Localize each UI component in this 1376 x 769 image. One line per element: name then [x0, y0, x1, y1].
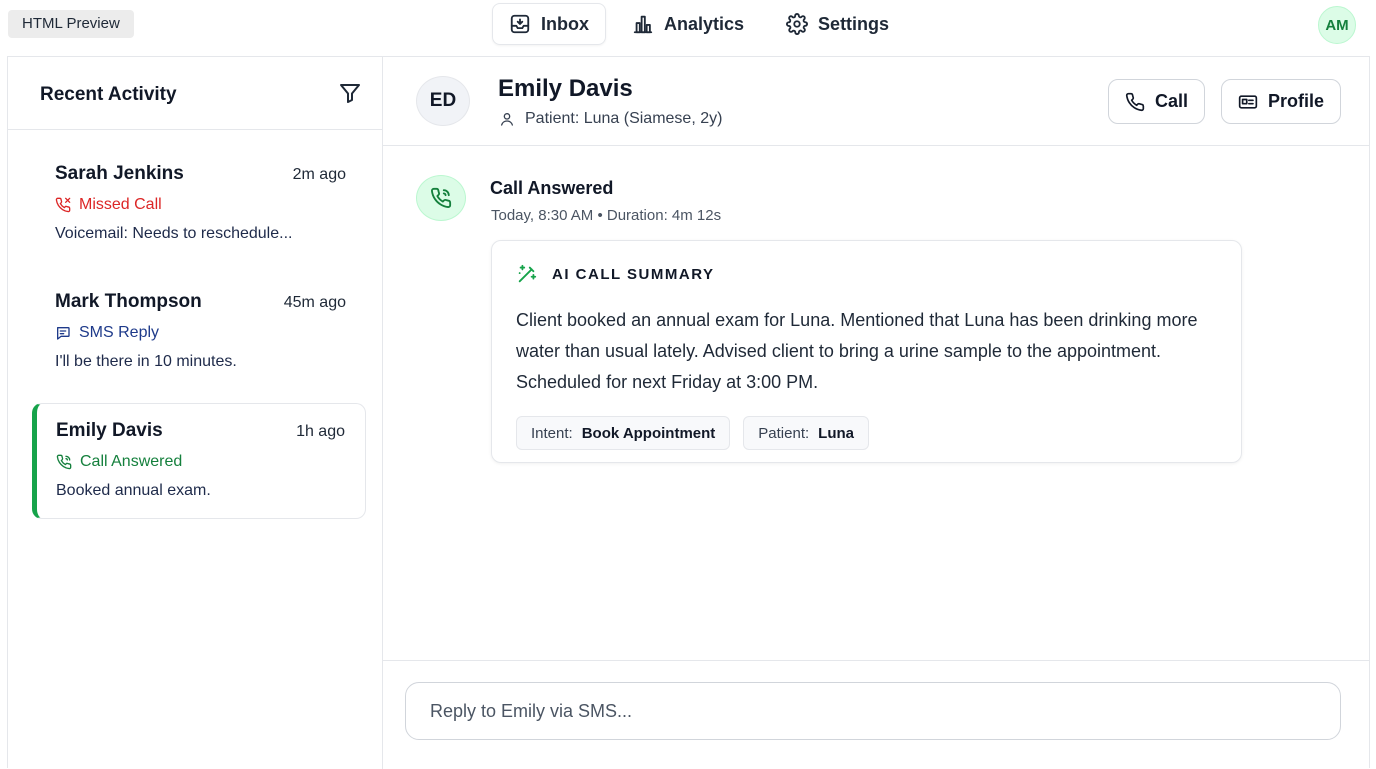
- activity-name: Emily Davis: [56, 420, 163, 441]
- activity-status: Call Answered: [56, 453, 345, 471]
- tag-key: Intent:: [531, 424, 573, 442]
- id-card-icon: [1238, 94, 1258, 109]
- nav-inbox[interactable]: Inbox: [492, 3, 606, 45]
- sidebar: Recent Activity Sarah Jenkins 2m ago Mis…: [8, 57, 383, 769]
- activity-time: 2m ago: [292, 166, 346, 183]
- summary-text: Client booked an annual exam for Luna. M…: [516, 310, 1198, 392]
- tag-value: Book Appointment: [581, 424, 716, 442]
- activity-preview: Voicemail: Needs to reschedule...: [55, 225, 293, 242]
- nav-analytics-label: Analytics: [664, 13, 745, 34]
- contact-avatar: ED: [416, 76, 470, 126]
- phone-missed-icon: [55, 197, 71, 213]
- event-title: Call Answered: [490, 178, 614, 198]
- call-event-badge: [416, 175, 466, 221]
- tag-key: Patient:: [758, 424, 810, 442]
- summary-header: AI CALL SUMMARY: [516, 263, 1217, 285]
- activity-item-sarah-jenkins[interactable]: Sarah Jenkins 2m ago Missed Call Voicema…: [32, 147, 366, 263]
- activity-name: Mark Thompson: [55, 291, 202, 312]
- nav-settings-label: Settings: [818, 13, 890, 34]
- user-icon: [501, 113, 513, 126]
- filter-icon[interactable]: [338, 81, 362, 105]
- header-actions: Call Profile: [1107, 79, 1341, 124]
- user-avatar[interactable]: AM: [1318, 6, 1356, 44]
- bar-chart-icon: [633, 15, 653, 34]
- patient-label: Patient: Luna (Siamese, 2y): [525, 110, 723, 127]
- sidebar-title: Recent Activity: [40, 84, 177, 105]
- reply-composer: [383, 660, 1369, 769]
- activity-status: SMS Reply: [55, 324, 346, 342]
- tag-patient: Patient: Luna: [743, 416, 870, 450]
- tag-intent: Intent: Book Appointment: [516, 416, 731, 450]
- main-nav: Inbox Analytics Settings: [492, 3, 905, 45]
- phone-icon: [1125, 92, 1145, 111]
- activity-status-label: Call Answered: [80, 453, 183, 470]
- call-button-label: Call: [1154, 91, 1188, 111]
- conversation-header: ED Emily Davis Patient: Luna (Siamese, 2…: [383, 57, 1369, 146]
- nav-analytics[interactable]: Analytics: [616, 3, 760, 45]
- app-shell: Recent Activity Sarah Jenkins 2m ago Mis…: [7, 56, 1370, 769]
- profile-button-label: Profile: [1267, 91, 1324, 111]
- sidebar-header: Recent Activity: [8, 57, 382, 130]
- tag-value: Luna: [818, 424, 855, 442]
- summary-tags: Intent: Book Appointment Patient: Luna: [516, 416, 1217, 450]
- patient-info: Patient: Luna (Siamese, 2y): [499, 110, 722, 128]
- preview-tag: HTML Preview: [8, 10, 134, 38]
- sparkles-icon: [518, 264, 537, 283]
- ai-summary-card: AI CALL SUMMARY Client booked an annual …: [491, 240, 1242, 463]
- activity-item-mark-thompson[interactable]: Mark Thompson 45m ago SMS Reply I'll be …: [32, 275, 366, 391]
- profile-button[interactable]: Profile: [1220, 79, 1341, 124]
- activity-time: 1h ago: [296, 423, 345, 440]
- activity-name: Sarah Jenkins: [55, 163, 184, 184]
- conversation-panel: ED Emily Davis Patient: Luna (Siamese, 2…: [383, 57, 1369, 769]
- top-bar: HTML Preview Inbox Analytics Settings AM: [0, 0, 1376, 56]
- contact-name: Emily Davis: [498, 75, 633, 102]
- inbox-icon: [510, 14, 530, 34]
- reply-input[interactable]: [405, 682, 1341, 740]
- activity-item-emily-davis[interactable]: Emily Davis 1h ago Call Answered Booked …: [32, 403, 366, 519]
- activity-preview: I'll be there in 10 minutes.: [55, 353, 237, 370]
- activity-time: 45m ago: [283, 294, 346, 311]
- activity-status-label: Missed Call: [79, 196, 162, 213]
- activity-status-label: SMS Reply: [79, 324, 160, 341]
- phone-incoming-icon: [56, 454, 72, 470]
- nav-settings[interactable]: Settings: [770, 3, 905, 45]
- phone-incoming-icon: [431, 187, 452, 208]
- message-icon: [57, 327, 70, 340]
- activity-status: Missed Call: [55, 196, 346, 214]
- call-button[interactable]: Call: [1107, 79, 1205, 124]
- conversation-timeline: Call Answered Today, 8:30 AM • Duration:…: [383, 146, 1369, 660]
- event-meta: Today, 8:30 AM • Duration: 4m 12s: [491, 207, 722, 224]
- activity-list: Sarah Jenkins 2m ago Missed Call Voicema…: [8, 147, 383, 519]
- gear-icon: [786, 13, 809, 35]
- activity-preview: Booked annual exam.: [56, 482, 211, 499]
- nav-inbox-label: Inbox: [541, 13, 589, 34]
- summary-title: AI CALL SUMMARY: [552, 265, 715, 283]
